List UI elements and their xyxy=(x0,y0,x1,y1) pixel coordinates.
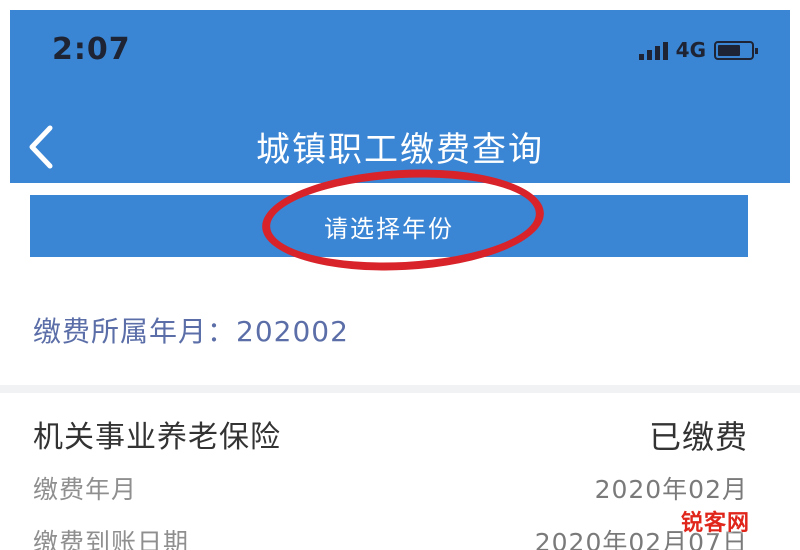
battery-level xyxy=(718,45,740,56)
battery-icon xyxy=(714,41,758,60)
page-title: 城镇职工缴费查询 xyxy=(256,130,544,170)
row-label-arrival-date: 缴费到账日期 xyxy=(33,528,190,550)
status-indicators: 4G xyxy=(638,38,758,62)
payment-status: 已缴费 xyxy=(648,418,748,456)
row-value-payment-month: 2020年02月 xyxy=(594,475,748,504)
status-time: 2:07 xyxy=(52,32,131,67)
section-divider xyxy=(0,385,800,393)
insurance-name: 机关事业养老保险 xyxy=(33,420,281,455)
header: 2:07 4G 城镇职工缴费查询 xyxy=(10,10,790,183)
signal-icon xyxy=(638,40,668,60)
row-label-payment-month: 缴费年月 xyxy=(33,475,138,504)
network-type: 4G xyxy=(675,38,706,62)
app-screen: 2:07 4G 城镇职工缴费查询 请选择年份 缴费所属年月：202002 机关事… xyxy=(0,0,800,550)
payment-period: 缴费所属年月：202002 xyxy=(33,315,349,348)
status-bar: 2:07 4G xyxy=(10,10,790,80)
watermark: 锐客网 xyxy=(680,511,750,536)
